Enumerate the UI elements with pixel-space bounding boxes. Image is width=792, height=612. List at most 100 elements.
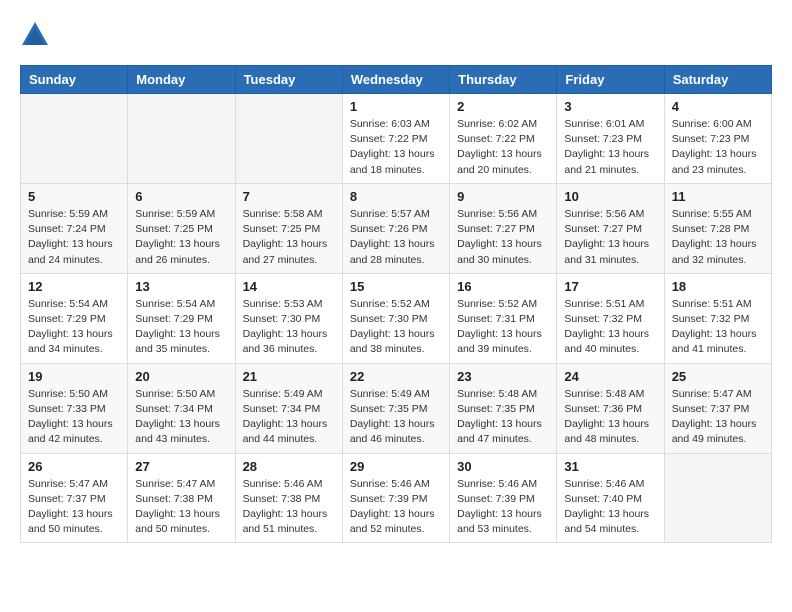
day-number: 16 xyxy=(457,279,549,294)
day-number: 23 xyxy=(457,369,549,384)
day-number: 29 xyxy=(350,459,442,474)
day-number: 15 xyxy=(350,279,442,294)
day-number: 7 xyxy=(243,189,335,204)
weekday-header-thursday: Thursday xyxy=(450,66,557,94)
calendar-cell: 21Sunrise: 5:49 AM Sunset: 7:34 PM Dayli… xyxy=(235,363,342,453)
calendar-week-2: 5 Sunrise: 5:59 AM Sunset: 7:24 PM Daylig… xyxy=(21,183,772,273)
calendar-cell: 25Sunrise: 5:47 AM Sunset: 7:37 PM Dayli… xyxy=(664,363,771,453)
day-info: Sunrise: 5:49 AM Sunset: 7:35 PM Dayligh… xyxy=(350,387,442,448)
day-info: Sunrise: 5:46 AM Sunset: 7:39 PM Dayligh… xyxy=(457,477,549,538)
day-number: 18 xyxy=(672,279,764,294)
calendar-cell: 1 Sunrise: 6:03 AM Sunset: 7:22 PM Daylig… xyxy=(342,94,449,184)
calendar-cell: 4 Sunrise: 6:00 AM Sunset: 7:23 PM Daylig… xyxy=(664,94,771,184)
calendar-cell: 11 Sunrise: 5:55 AM Sunset: 7:28 PM Dayli… xyxy=(664,183,771,273)
calendar-cell: 31 Sunrise: 5:46 AM Sunset: 7:40 PM Dayli… xyxy=(557,453,664,543)
calendar-cell: 28 Sunrise: 5:46 AM Sunset: 7:38 PM Dayli… xyxy=(235,453,342,543)
day-number: 27 xyxy=(135,459,227,474)
calendar-cell xyxy=(664,453,771,543)
day-info: Sunrise: 5:56 AM Sunset: 7:27 PM Dayligh… xyxy=(564,207,656,268)
day-number: 1 xyxy=(350,99,442,114)
day-number: 12 xyxy=(28,279,120,294)
day-info: Sunrise: 6:03 AM Sunset: 7:22 PM Dayligh… xyxy=(350,117,442,178)
day-number: 4 xyxy=(672,99,764,114)
calendar-cell: 14 Sunrise: 5:53 AM Sunset: 7:30 PM Dayli… xyxy=(235,273,342,363)
day-number: 26 xyxy=(28,459,120,474)
day-info: Sunrise: 6:01 AM Sunset: 7:23 PM Dayligh… xyxy=(564,117,656,178)
calendar-cell: 18 Sunrise: 5:51 AM Sunset: 7:32 PM Dayli… xyxy=(664,273,771,363)
day-info: Sunrise: 5:52 AM Sunset: 7:30 PM Dayligh… xyxy=(350,297,442,358)
day-info: Sunrise: 5:57 AM Sunset: 7:26 PM Dayligh… xyxy=(350,207,442,268)
calendar-cell: 16 Sunrise: 5:52 AM Sunset: 7:31 PM Dayli… xyxy=(450,273,557,363)
day-info: Sunrise: 5:46 AM Sunset: 7:40 PM Dayligh… xyxy=(564,477,656,538)
weekday-header-monday: Monday xyxy=(128,66,235,94)
calendar-cell xyxy=(21,94,128,184)
day-info: Sunrise: 5:46 AM Sunset: 7:38 PM Dayligh… xyxy=(243,477,335,538)
day-info: Sunrise: 5:58 AM Sunset: 7:25 PM Dayligh… xyxy=(243,207,335,268)
day-info: Sunrise: 5:55 AM Sunset: 7:28 PM Dayligh… xyxy=(672,207,764,268)
calendar-cell xyxy=(128,94,235,184)
day-info: Sunrise: 5:53 AM Sunset: 7:30 PM Dayligh… xyxy=(243,297,335,358)
calendar-cell: 13Sunrise: 5:54 AM Sunset: 7:29 PM Dayli… xyxy=(128,273,235,363)
calendar-cell: 6Sunrise: 5:59 AM Sunset: 7:25 PM Daylig… xyxy=(128,183,235,273)
calendar-cell: 30 Sunrise: 5:46 AM Sunset: 7:39 PM Dayli… xyxy=(450,453,557,543)
day-number: 3 xyxy=(564,99,656,114)
calendar-week-3: 12 Sunrise: 5:54 AM Sunset: 7:29 PM Dayli… xyxy=(21,273,772,363)
day-info: Sunrise: 5:51 AM Sunset: 7:32 PM Dayligh… xyxy=(564,297,656,358)
day-info: Sunrise: 5:48 AM Sunset: 7:35 PM Dayligh… xyxy=(457,387,549,448)
calendar-cell: 9Sunrise: 5:56 AM Sunset: 7:27 PM Daylig… xyxy=(450,183,557,273)
calendar-cell: 15 Sunrise: 5:52 AM Sunset: 7:30 PM Dayli… xyxy=(342,273,449,363)
day-number: 24 xyxy=(564,369,656,384)
calendar-table: SundayMondayTuesdayWednesdayThursdayFrid… xyxy=(20,65,772,543)
calendar-cell: 8 Sunrise: 5:57 AM Sunset: 7:26 PM Daylig… xyxy=(342,183,449,273)
day-number: 10 xyxy=(564,189,656,204)
day-number: 20 xyxy=(135,369,227,384)
weekday-header-row: SundayMondayTuesdayWednesdayThursdayFrid… xyxy=(21,66,772,94)
logo xyxy=(20,20,56,50)
day-number: 8 xyxy=(350,189,442,204)
day-info: Sunrise: 5:47 AM Sunset: 7:37 PM Dayligh… xyxy=(28,477,120,538)
day-number: 31 xyxy=(564,459,656,474)
day-info: Sunrise: 5:59 AM Sunset: 7:25 PM Dayligh… xyxy=(135,207,227,268)
day-info: Sunrise: 6:02 AM Sunset: 7:22 PM Dayligh… xyxy=(457,117,549,178)
day-number: 2 xyxy=(457,99,549,114)
calendar-cell: 20 Sunrise: 5:50 AM Sunset: 7:34 PM Dayli… xyxy=(128,363,235,453)
day-number: 22 xyxy=(350,369,442,384)
calendar-week-5: 26 Sunrise: 5:47 AM Sunset: 7:37 PM Dayli… xyxy=(21,453,772,543)
weekday-header-saturday: Saturday xyxy=(664,66,771,94)
calendar-cell: 5 Sunrise: 5:59 AM Sunset: 7:24 PM Daylig… xyxy=(21,183,128,273)
calendar-cell: 19Sunrise: 5:50 AM Sunset: 7:33 PM Dayli… xyxy=(21,363,128,453)
day-number: 11 xyxy=(672,189,764,204)
day-number: 13 xyxy=(135,279,227,294)
day-info: Sunrise: 5:50 AM Sunset: 7:34 PM Dayligh… xyxy=(135,387,227,448)
weekday-header-friday: Friday xyxy=(557,66,664,94)
day-number: 14 xyxy=(243,279,335,294)
weekday-header-tuesday: Tuesday xyxy=(235,66,342,94)
calendar-cell xyxy=(235,94,342,184)
calendar-cell: 23 Sunrise: 5:48 AM Sunset: 7:35 PM Dayli… xyxy=(450,363,557,453)
day-number: 30 xyxy=(457,459,549,474)
day-number: 5 xyxy=(28,189,120,204)
calendar-week-1: 1 Sunrise: 6:03 AM Sunset: 7:22 PM Daylig… xyxy=(21,94,772,184)
day-info: Sunrise: 5:48 AM Sunset: 7:36 PM Dayligh… xyxy=(564,387,656,448)
day-info: Sunrise: 5:59 AM Sunset: 7:24 PM Dayligh… xyxy=(28,207,120,268)
day-info: Sunrise: 5:56 AM Sunset: 7:27 PM Dayligh… xyxy=(457,207,549,268)
day-info: Sunrise: 6:00 AM Sunset: 7:23 PM Dayligh… xyxy=(672,117,764,178)
day-info: Sunrise: 5:47 AM Sunset: 7:37 PM Dayligh… xyxy=(672,387,764,448)
calendar-cell: 24 Sunrise: 5:48 AM Sunset: 7:36 PM Dayli… xyxy=(557,363,664,453)
calendar-cell: 12 Sunrise: 5:54 AM Sunset: 7:29 PM Dayli… xyxy=(21,273,128,363)
day-info: Sunrise: 5:52 AM Sunset: 7:31 PM Dayligh… xyxy=(457,297,549,358)
logo-icon xyxy=(20,20,50,50)
day-info: Sunrise: 5:49 AM Sunset: 7:34 PM Dayligh… xyxy=(243,387,335,448)
calendar-cell: 7 Sunrise: 5:58 AM Sunset: 7:25 PM Daylig… xyxy=(235,183,342,273)
day-number: 17 xyxy=(564,279,656,294)
calendar-cell: 3 Sunrise: 6:01 AM Sunset: 7:23 PM Daylig… xyxy=(557,94,664,184)
page-header xyxy=(20,20,772,50)
day-info: Sunrise: 5:47 AM Sunset: 7:38 PM Dayligh… xyxy=(135,477,227,538)
weekday-header-wednesday: Wednesday xyxy=(342,66,449,94)
day-info: Sunrise: 5:54 AM Sunset: 7:29 PM Dayligh… xyxy=(28,297,120,358)
calendar-cell: 29Sunrise: 5:46 AM Sunset: 7:39 PM Dayli… xyxy=(342,453,449,543)
day-info: Sunrise: 5:50 AM Sunset: 7:33 PM Dayligh… xyxy=(28,387,120,448)
day-info: Sunrise: 5:51 AM Sunset: 7:32 PM Dayligh… xyxy=(672,297,764,358)
calendar-cell: 22 Sunrise: 5:49 AM Sunset: 7:35 PM Dayli… xyxy=(342,363,449,453)
day-number: 28 xyxy=(243,459,335,474)
